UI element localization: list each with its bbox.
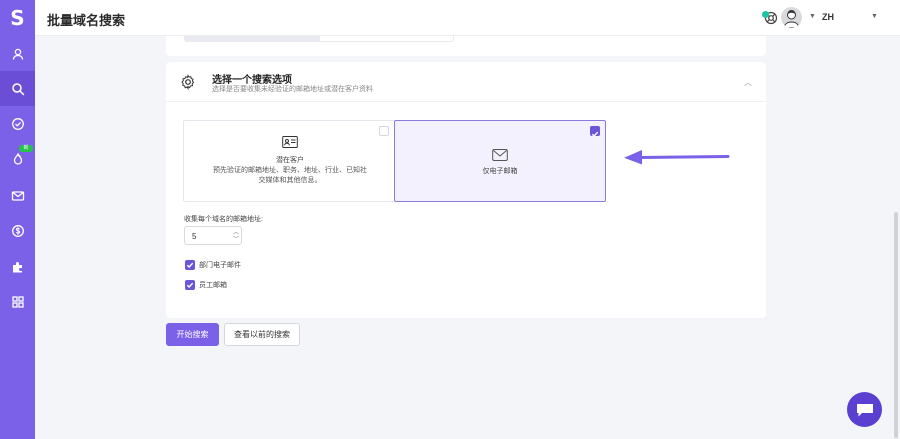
checkbox-label: 员工邮箱 <box>199 282 227 289</box>
sidebar-item-integrations[interactable] <box>0 249 35 284</box>
grid-icon <box>11 295 24 308</box>
mail-icon <box>11 190 24 201</box>
card-subtitle: 选择是否要收集未经验证的邮箱地址或潜在客户资料 <box>212 86 373 93</box>
scrollbar[interactable] <box>894 212 898 438</box>
chat-icon <box>856 403 873 416</box>
checkbox-employee-emails[interactable]: 员工邮箱 <box>185 280 227 290</box>
checkbox-checked[interactable] <box>185 260 195 270</box>
page-title: 批量域名搜索 <box>47 13 126 28</box>
callout-arrow-icon <box>624 150 730 165</box>
gear-icon <box>181 74 195 90</box>
collapse-chevron-up-icon[interactable]: ︿ <box>744 77 752 88</box>
sidebar: S 新 <box>0 0 35 439</box>
new-badge: 新 <box>19 145 33 152</box>
notification-dot <box>762 11 769 18</box>
checkmark-icon <box>186 282 194 289</box>
sidebar-item-account[interactable] <box>0 36 35 71</box>
segmented-control <box>184 36 454 42</box>
view-previous-searches-button[interactable]: 查看以前的搜索 <box>224 323 300 346</box>
checkmark-icon <box>591 131 599 138</box>
stepper-up-icon[interactable]: ︿ <box>233 230 239 236</box>
checkbox-label: 部门电子邮件 <box>199 262 241 269</box>
option-checked-box[interactable] <box>590 126 600 138</box>
search-options-card: 选择一个搜索选项 选择是否要收集未经验证的邮箱地址或潜在客户资料 ︿ 潜在客户 … <box>166 62 766 318</box>
search-icon <box>11 82 24 95</box>
option-label: 潜在客户 <box>276 157 304 164</box>
fire-icon <box>13 152 22 165</box>
previous-section-card <box>166 36 766 56</box>
dollar-icon <box>11 224 24 237</box>
puzzle-icon <box>12 261 22 272</box>
card-header[interactable]: 选择一个搜索选项 选择是否要收集未经验证的邮箱地址或潜在客户资料 ︿ <box>166 62 766 102</box>
option-description-line2: 交媒体和其他信息。 <box>258 177 322 184</box>
sidebar-item-verify[interactable] <box>0 106 35 141</box>
option-unchecked-box[interactable] <box>379 126 389 136</box>
sidebar-item-billing[interactable] <box>0 213 35 248</box>
language-switcher[interactable]: ZH <box>822 12 834 22</box>
segmented-control-active[interactable] <box>185 36 320 41</box>
user-menu-chevron-down-icon[interactable]: ▼ <box>809 13 816 20</box>
mail-icon <box>492 149 508 161</box>
language-chevron-down-icon[interactable]: ▼ <box>871 13 878 20</box>
per-domain-label: 收集每个域名的邮箱地址: <box>184 216 263 223</box>
start-search-button[interactable]: 开始搜索 <box>166 323 219 346</box>
checkbox-department-emails[interactable]: 部门电子邮件 <box>185 260 241 270</box>
per-domain-stepper[interactable]: 5 ︿ ﹀ <box>184 226 242 245</box>
sidebar-item-mail[interactable] <box>0 178 35 213</box>
id-card-icon <box>282 136 298 148</box>
option-label: 仅电子邮箱 <box>482 168 518 175</box>
app-logo[interactable]: S <box>0 0 35 36</box>
option-potential-customers[interactable]: 潜在客户 预先验证的邮箱地址、职务、地址、行业、已知社 交媒体和其他信息。 <box>183 120 395 202</box>
avatar-person-icon <box>783 10 800 28</box>
stepper-down-icon[interactable]: ﹀ <box>233 237 239 243</box>
option-description-line1: 预先验证的邮箱地址、职务、地址、行业、已知社 <box>213 167 367 174</box>
checkbox-checked[interactable] <box>185 280 195 290</box>
checkmark-icon <box>186 262 194 269</box>
sidebar-item-apps[interactable] <box>0 284 35 319</box>
sidebar-item-search[interactable] <box>0 71 35 106</box>
option-email-only[interactable]: 仅电子邮箱 <box>394 120 606 202</box>
avatar[interactable] <box>781 7 802 28</box>
check-circle-icon <box>11 117 24 130</box>
user-icon <box>12 48 23 60</box>
chat-support-button[interactable] <box>847 392 882 427</box>
stepper-value[interactable]: 5 <box>192 232 196 241</box>
